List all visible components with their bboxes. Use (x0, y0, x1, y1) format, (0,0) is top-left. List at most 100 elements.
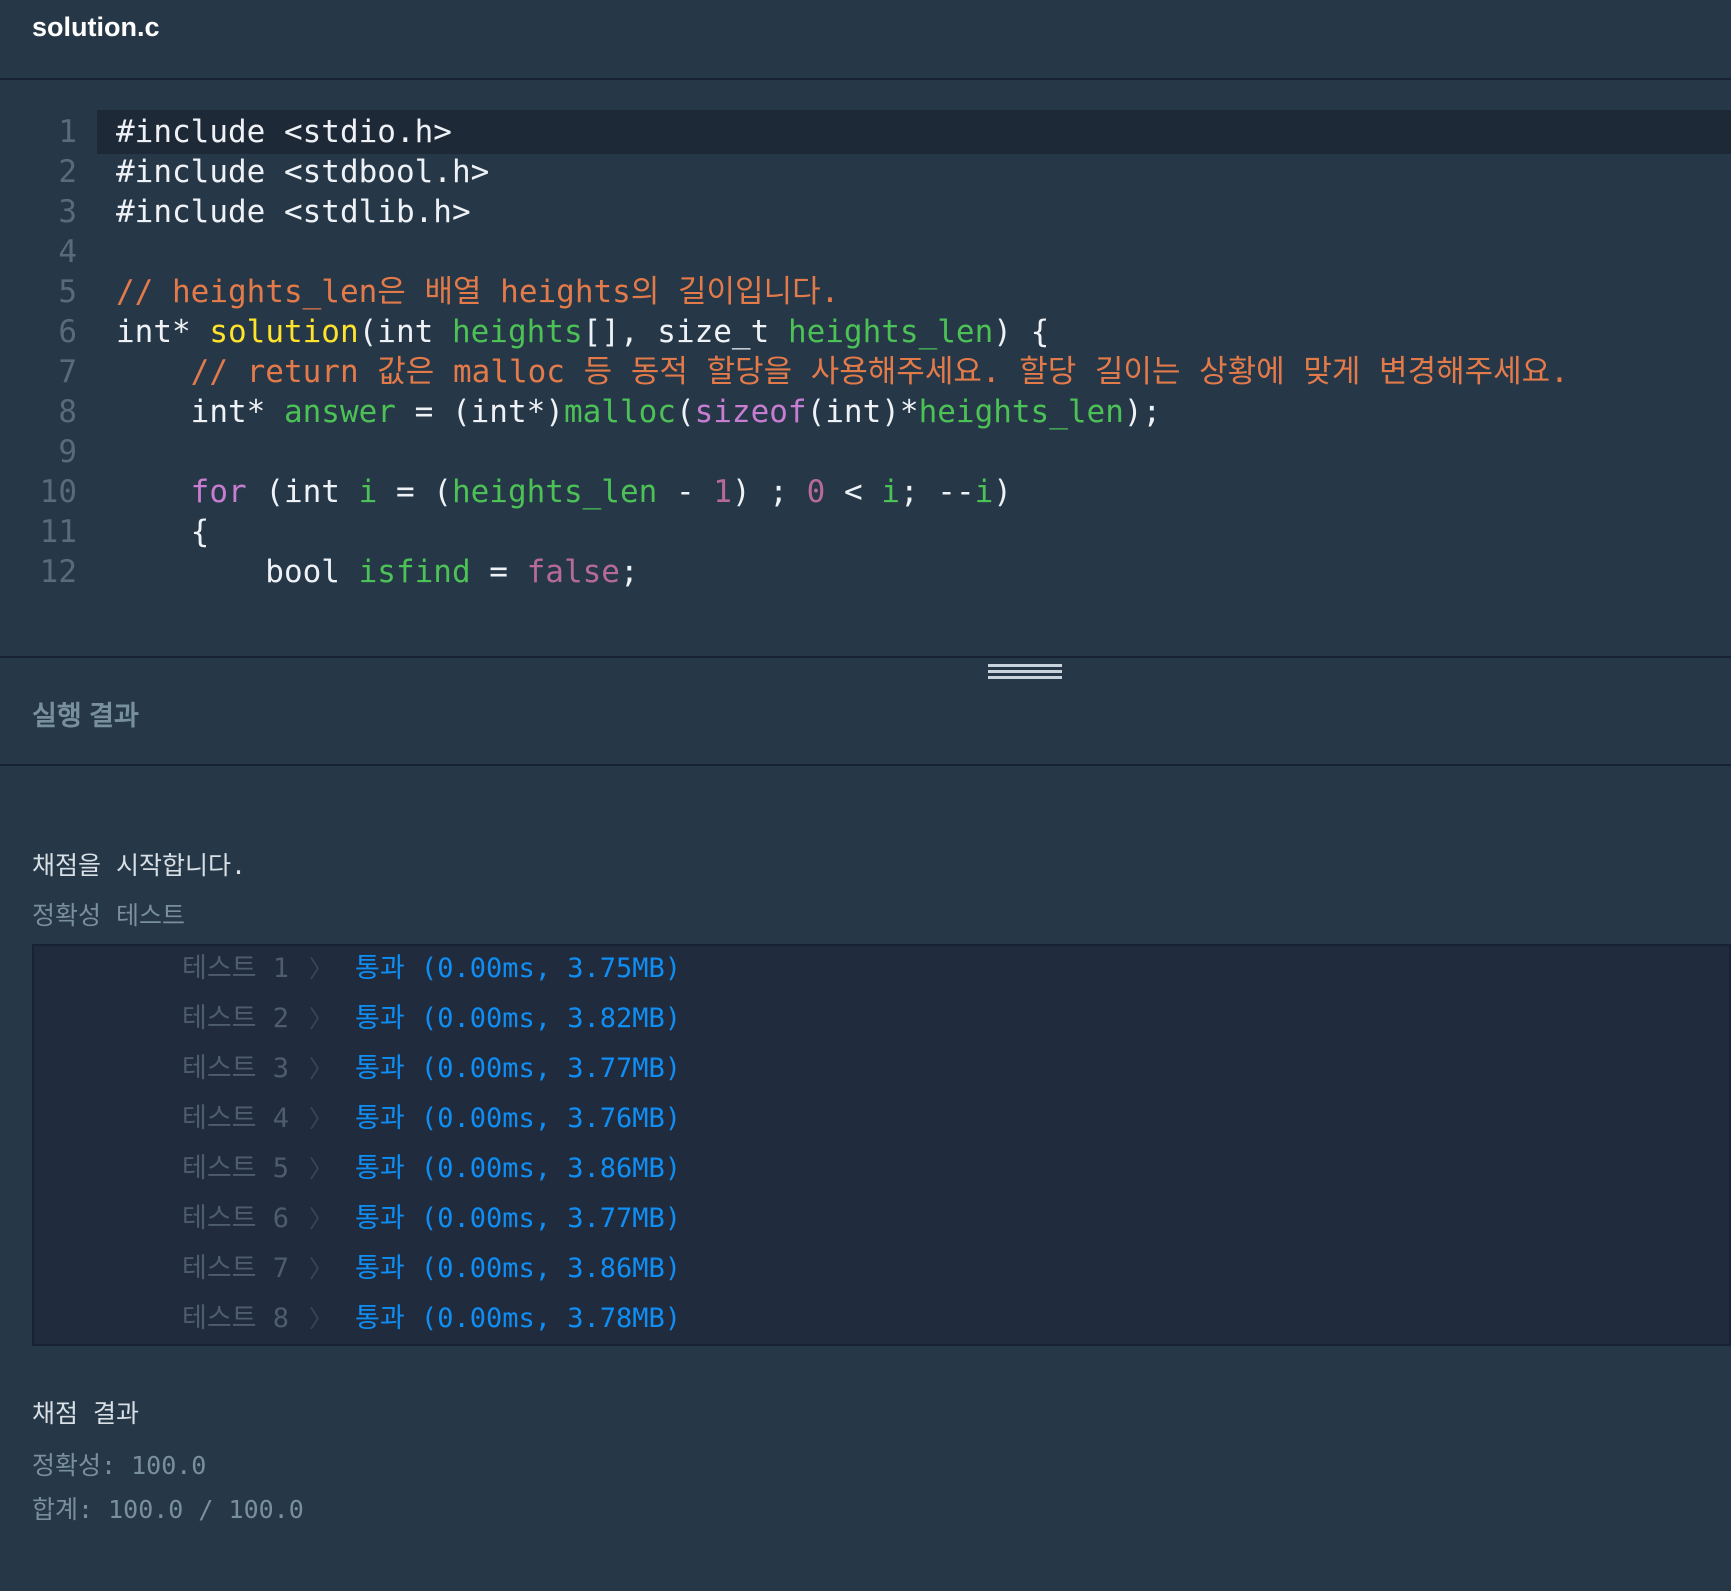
code-token: solution (209, 314, 359, 350)
code-token: heights_len (918, 394, 1124, 430)
code-token: = (470, 554, 527, 590)
line-code[interactable]: // heights_len은 배열 heights의 길이입니다. (97, 270, 1731, 314)
test-result: 통과 (0.00ms, 3.82MB) (355, 1003, 682, 1034)
chevron-right-icon: 〉 (309, 1055, 333, 1083)
code-token: #include <stdbool.h> (116, 154, 490, 190)
code-token: bool (116, 554, 359, 590)
grading-start-message: 채점을 시작합니다. (32, 851, 247, 880)
code-line[interactable]: 9 (0, 430, 1731, 474)
file-tab-header: solution.c (0, 0, 1731, 80)
test-row: 테스트 1 〉 통과 (0.00ms, 3.75MB) (34, 944, 1634, 994)
code-token: i (881, 474, 900, 510)
line-number: 6 (58, 314, 77, 350)
code-token: // heights_len은 배열 heights의 길이입니다. (116, 274, 840, 310)
line-number: 7 (58, 354, 77, 390)
code-token: malloc (563, 394, 676, 430)
test-result: 통과 (0.00ms, 3.77MB) (355, 1203, 682, 1234)
chevron-right-icon: 〉 (309, 1255, 333, 1283)
line-number: 11 (39, 514, 77, 550)
line-number: 9 (58, 434, 77, 470)
test-label: 테스트 8 (182, 1303, 290, 1334)
line-code[interactable]: { (97, 510, 1731, 554)
test-row: 테스트 7 〉 통과 (0.00ms, 3.86MB) (34, 1244, 1634, 1294)
line-number: 4 (58, 234, 77, 270)
test-suite-label: 정확성 테스트 (32, 901, 186, 930)
chevron-right-icon: 〉 (309, 1005, 333, 1033)
code-line[interactable]: 2 #include <stdbool.h> (0, 150, 1731, 194)
code-line[interactable]: 1 #include <stdio.h> (0, 110, 1731, 154)
line-code[interactable]: for (int i = (heights_len - 1) ; 0 < i; … (97, 470, 1731, 514)
test-label: 테스트 2 (182, 1003, 290, 1034)
code-line[interactable]: 6 int* solution(int heights[], size_t hei… (0, 310, 1731, 354)
test-result: 통과 (0.00ms, 3.78MB) (355, 1303, 682, 1334)
code-token: { (116, 514, 210, 550)
test-result: 통과 (0.00ms, 3.75MB) (355, 953, 682, 984)
code-line[interactable]: 10 for (int i = (heights_len - 1) ; 0 < … (0, 470, 1731, 514)
chevron-right-icon: 〉 (309, 1305, 333, 1333)
code-line[interactable]: 12 bool isfind = false; (0, 550, 1731, 594)
code-token: (int (358, 314, 452, 350)
code-line[interactable]: 11 { (0, 510, 1731, 554)
line-number: 8 (58, 394, 77, 430)
line-number: 12 (39, 554, 77, 590)
line-number: 10 (39, 474, 77, 510)
code-token: ); (1123, 394, 1162, 430)
test-label: 테스트 4 (182, 1103, 290, 1134)
line-code[interactable]: int* answer = (int*)malloc(sizeof(int)*h… (97, 390, 1731, 434)
code-token: - (657, 474, 714, 510)
line-code[interactable]: int* solution(int heights[], size_t heig… (97, 310, 1731, 354)
chevron-right-icon: 〉 (309, 1105, 333, 1133)
test-result: 통과 (0.00ms, 3.86MB) (355, 1253, 682, 1284)
code-token: (int (246, 474, 359, 510)
code-token: < (825, 474, 882, 510)
code-editor[interactable]: 1 #include <stdio.h> 2 #include <stdbool.h>… (0, 80, 1731, 656)
code-token: ) { (993, 314, 1050, 350)
code-token: heights (451, 314, 583, 350)
test-row: 테스트 4 〉 통과 (0.00ms, 3.76MB) (34, 1094, 1634, 1144)
test-row: 테스트 3 〉 통과 (0.00ms, 3.77MB) (34, 1044, 1634, 1094)
result-panel-header: 실행 결과 (0, 658, 1731, 766)
code-token: false (526, 554, 620, 590)
result-panel-title: 실행 결과 (32, 701, 139, 731)
test-label: 테스트 1 (182, 953, 290, 984)
code-line[interactable]: 8 int* answer = (int*)malloc(sizeof(int)… (0, 390, 1731, 434)
line-code[interactable]: bool isfind = false; (97, 550, 1731, 594)
grading-result-title: 채점 결과 (32, 1399, 140, 1428)
code-token: ; (619, 554, 639, 590)
line-code[interactable]: #include <stdio.h> (97, 110, 1731, 154)
chevron-right-icon: 〉 (309, 1205, 333, 1233)
code-token: ) (993, 474, 1012, 510)
file-name: solution.c (32, 12, 160, 42)
code-token: ) ; (731, 474, 807, 510)
code-line[interactable]: 3 #include <stdlib.h> (0, 190, 1731, 234)
code-token: = (int*) (395, 394, 564, 430)
line-code[interactable]: #include <stdbool.h> (97, 150, 1731, 194)
chevron-right-icon: 〉 (309, 955, 333, 983)
result-console: 채점을 시작합니다. 정확성 테스트 테스트 1 〉 통과 (0.00ms, 3.7… (0, 766, 1731, 1591)
line-code[interactable]: #include <stdlib.h> (97, 190, 1731, 234)
line-number: 3 (58, 194, 77, 230)
code-token: ; -- (899, 474, 975, 510)
code-token: int* (116, 314, 210, 350)
test-label: 테스트 7 (182, 1253, 290, 1284)
test-row: 테스트 6 〉 통과 (0.00ms, 3.77MB) (34, 1194, 1634, 1244)
line-number: 1 (58, 114, 77, 150)
code-token: answer (283, 394, 396, 430)
code-token: ( (675, 394, 695, 430)
code-line[interactable]: 5 // heights_len은 배열 heights의 길이입니다. (0, 270, 1731, 314)
code-line[interactable]: 4 (0, 230, 1731, 274)
code-token: #include <stdlib.h> (116, 194, 471, 230)
test-label: 테스트 6 (182, 1203, 290, 1234)
code-token: sizeof (694, 394, 807, 430)
accuracy-score: 정확성: 100.0 (32, 1451, 207, 1480)
code-token: heights_len (451, 474, 658, 510)
test-results-box: 테스트 1 〉 통과 (0.00ms, 3.75MB) 테스트 2 〉 통과 (0.00m… (32, 944, 1731, 1346)
line-number: 2 (58, 154, 77, 190)
chevron-right-icon: 〉 (309, 1155, 333, 1183)
line-code[interactable]: // return 값은 malloc 등 동적 할당을 사용해주세요. 할당 … (97, 350, 1731, 394)
test-row: 테스트 5 〉 통과 (0.00ms, 3.86MB) (34, 1144, 1634, 1194)
code-token: i (358, 474, 378, 510)
code-line[interactable]: 7 // return 값은 malloc 등 동적 할당을 사용해주세요. 할… (0, 350, 1731, 394)
code-token: i (974, 474, 994, 510)
